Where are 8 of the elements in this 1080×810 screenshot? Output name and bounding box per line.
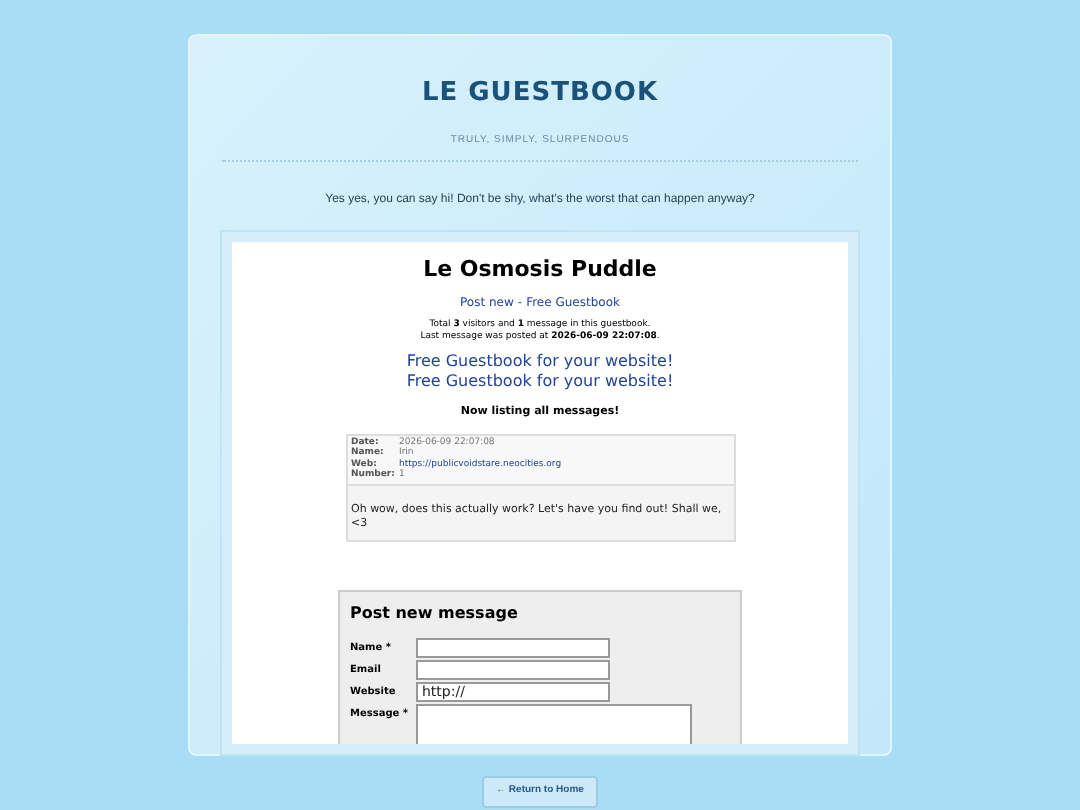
promo-link[interactable]: Free Guestbook for your website! (406, 371, 674, 391)
form-title: Post new message (350, 601, 520, 626)
promo-link[interactable]: Free Guestbook for your website! (406, 351, 674, 371)
message-field[interactable] (416, 703, 692, 744)
guestbook-title: Le Osmosis Puddle (423, 254, 657, 286)
input-field[interactable] (416, 637, 610, 658)
input-field[interactable] (416, 659, 610, 680)
site-title: LE GUESTBOOK (421, 76, 659, 112)
